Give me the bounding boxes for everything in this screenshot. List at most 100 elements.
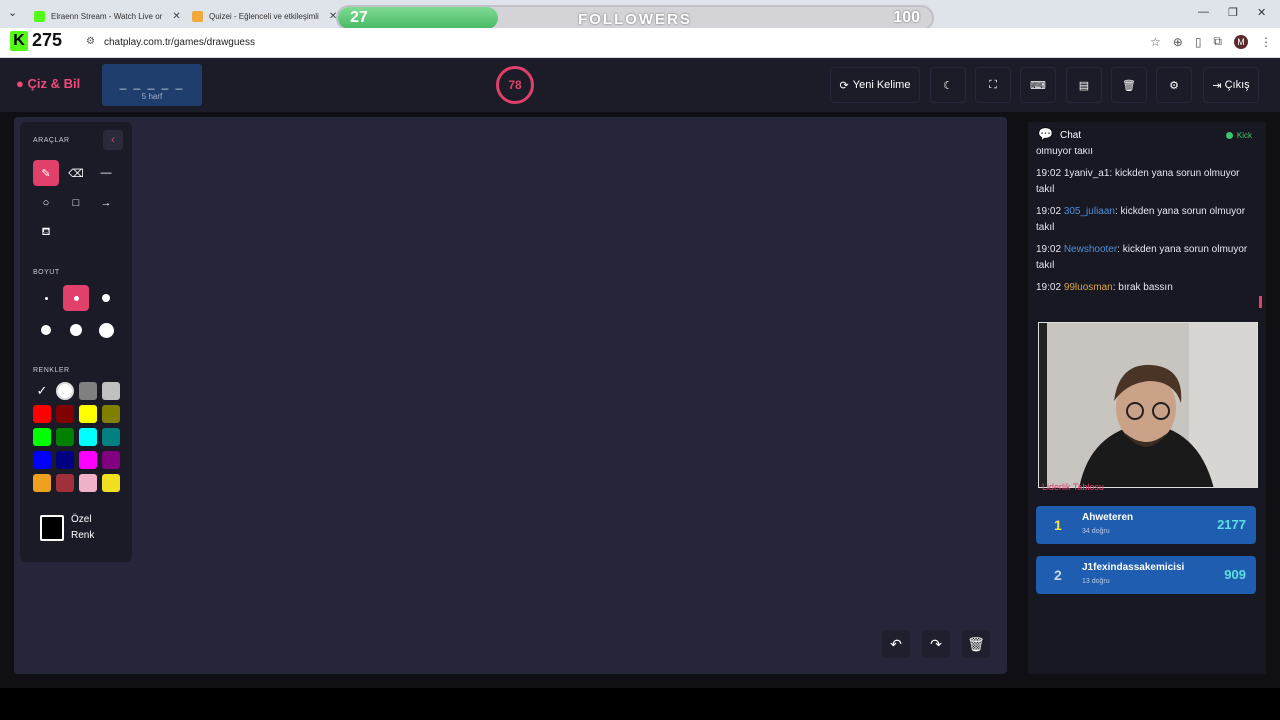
- color-swatch[interactable]: [56, 382, 74, 400]
- color-swatch[interactable]: [102, 382, 120, 400]
- color-swatch[interactable]: ✓: [33, 382, 51, 400]
- archive-icon: ▤: [1078, 79, 1090, 92]
- color-swatch[interactable]: [33, 428, 51, 446]
- new-word-button[interactable]: ⟳ Yeni Kelime: [830, 67, 920, 103]
- arrow-tool[interactable]: →: [93, 190, 119, 216]
- color-swatch[interactable]: [102, 451, 120, 469]
- leaderboard-rank: 2: [1054, 567, 1062, 583]
- color-swatch[interactable]: [102, 405, 120, 423]
- circle-icon: ○: [42, 197, 50, 209]
- color-swatch[interactable]: [79, 382, 97, 400]
- collapse-panel-button[interactable]: ‹: [103, 130, 123, 150]
- trash-icon: 🗑: [967, 635, 985, 652]
- size-1[interactable]: [33, 285, 59, 311]
- settings-button[interactable]: ⚙: [1156, 67, 1192, 103]
- chat-username[interactable]: 99luosman: [1064, 282, 1113, 293]
- square-icon: □: [72, 197, 80, 209]
- color-swatch[interactable]: [79, 405, 97, 423]
- fullscreen-button[interactable]: ⛶: [975, 67, 1011, 103]
- eraser-tool[interactable]: ⌫: [63, 160, 89, 186]
- leaderboard-row: 2 J1fexindassakemicisi 13 doğru 909: [1036, 556, 1256, 594]
- tab-title: Quizei - Eğlenceli ve etkileşimli: [209, 11, 319, 21]
- color-swatch[interactable]: [79, 451, 97, 469]
- chat-username[interactable]: 305_juliaan: [1064, 206, 1115, 217]
- color-swatch[interactable]: [102, 474, 120, 492]
- chat-scrollbar[interactable]: [1259, 296, 1262, 308]
- chat-username[interactable]: Newshooter: [1064, 244, 1117, 255]
- brush-tool[interactable]: ✎: [33, 160, 59, 186]
- bottom-bar: [0, 688, 1280, 720]
- leaderboard-score: 2177: [1217, 517, 1246, 532]
- trash-icon: 🗑: [1122, 79, 1136, 92]
- color-swatch[interactable]: [102, 428, 120, 446]
- size-4[interactable]: [33, 317, 59, 343]
- color-swatch[interactable]: [33, 474, 51, 492]
- chat-time: 19:02: [1036, 282, 1062, 293]
- undo-button[interactable]: ↶: [882, 630, 910, 658]
- keyboard-button[interactable]: ⌨: [1020, 67, 1056, 103]
- maximize-icon[interactable]: ❐: [1228, 6, 1238, 19]
- circle-tool[interactable]: ○: [33, 190, 59, 216]
- chat-messages: olmuyor takıl 19:02 1yaniv_a1: kickden y…: [1036, 148, 1256, 308]
- color-swatch[interactable]: [79, 474, 97, 492]
- colors-section-label: RENKLER: [33, 367, 70, 374]
- star-icon[interactable]: ☆: [1150, 35, 1161, 49]
- size-dot: [44, 296, 48, 300]
- redo-button[interactable]: ↷: [922, 630, 950, 658]
- archive-button[interactable]: ▤: [1066, 67, 1102, 103]
- fullscreen-icon: ⛶: [989, 78, 997, 91]
- webcam-image: [1039, 323, 1257, 487]
- color-swatch[interactable]: [56, 428, 74, 446]
- minimize-icon[interactable]: —: [1198, 6, 1209, 18]
- tab-kick[interactable]: Elraenn Stream - Watch Live or ✕: [26, 4, 189, 28]
- tab-list-icon[interactable]: ⌄: [8, 6, 17, 19]
- extension-icon[interactable]: ⊕: [1173, 35, 1183, 49]
- chat-username[interactable]: 1yaniv_a1: [1064, 168, 1110, 179]
- close-icon[interactable]: ✕: [172, 11, 180, 22]
- chat-bubbles-icon: 💬: [1038, 127, 1053, 141]
- arrow-right-icon: →: [100, 197, 112, 209]
- puzzle-icon[interactable]: ⧉: [1213, 34, 1222, 49]
- size-3[interactable]: [93, 285, 119, 311]
- drawing-canvas[interactable]: [14, 117, 1007, 674]
- line-tool[interactable]: —: [93, 160, 119, 186]
- color-swatch[interactable]: [33, 451, 51, 469]
- chat-message-list: 19:02 1yaniv_a1: kickden yana sorun olmu…: [1036, 166, 1256, 296]
- chat-message: 19:02 305_juliaan: kickden yana sorun ol…: [1036, 204, 1256, 236]
- gear-icon: ⚙: [1169, 79, 1179, 92]
- custom-color-button[interactable]: Özel Renk: [40, 512, 94, 544]
- fill-tool[interactable]: ⛾: [33, 220, 59, 246]
- new-word-label: Yeni Kelime: [852, 79, 911, 91]
- size-2[interactable]: [63, 285, 89, 311]
- color-swatch[interactable]: [56, 474, 74, 492]
- theme-toggle-button[interactable]: ☾: [930, 67, 966, 103]
- rectangle-tool[interactable]: □: [63, 190, 89, 216]
- color-swatch[interactable]: [56, 451, 74, 469]
- window-close-icon[interactable]: ✕: [1257, 6, 1266, 19]
- custom-color-line2: Renk: [71, 530, 95, 541]
- tab-quizei[interactable]: Quizei - Eğlenceli ve etkileşimli ✕: [184, 4, 345, 28]
- size-5[interactable]: [63, 317, 89, 343]
- app-logo[interactable]: ● Çiz & Bil: [16, 76, 80, 91]
- kick-logo-icon: K: [10, 30, 28, 51]
- color-swatch[interactable]: [33, 405, 51, 423]
- followers-label: FOLLOWERS: [578, 11, 692, 28]
- site-info-icon[interactable]: ⚙: [86, 36, 95, 47]
- profile-avatar[interactable]: M: [1234, 34, 1248, 49]
- chevron-left-icon: ‹: [111, 134, 115, 146]
- color-swatch[interactable]: [56, 405, 74, 423]
- size-dot: [73, 295, 79, 301]
- leaderboard-name: Ahweteren: [1082, 512, 1134, 523]
- url-field[interactable]: chatplay.com.tr/games/drawguess: [104, 37, 255, 48]
- exit-button[interactable]: ⇥ Çıkış: [1203, 67, 1259, 103]
- chat-time: 19:02: [1036, 244, 1062, 255]
- trash-button[interactable]: 🗑: [1111, 67, 1147, 103]
- address-bar-icons: ☆ ⊕ ▯ ⧉ M ⋮: [1150, 34, 1272, 49]
- clear-canvas-button[interactable]: 🗑: [962, 630, 990, 658]
- app-title: Çiz & Bil: [27, 76, 81, 91]
- chat-message: 19:02 99luosman: bırak bassın: [1036, 280, 1256, 296]
- color-swatch[interactable]: [79, 428, 97, 446]
- size-6[interactable]: [93, 317, 119, 343]
- phone-icon[interactable]: ▯: [1195, 35, 1202, 49]
- menu-icon[interactable]: ⋮: [1260, 35, 1272, 49]
